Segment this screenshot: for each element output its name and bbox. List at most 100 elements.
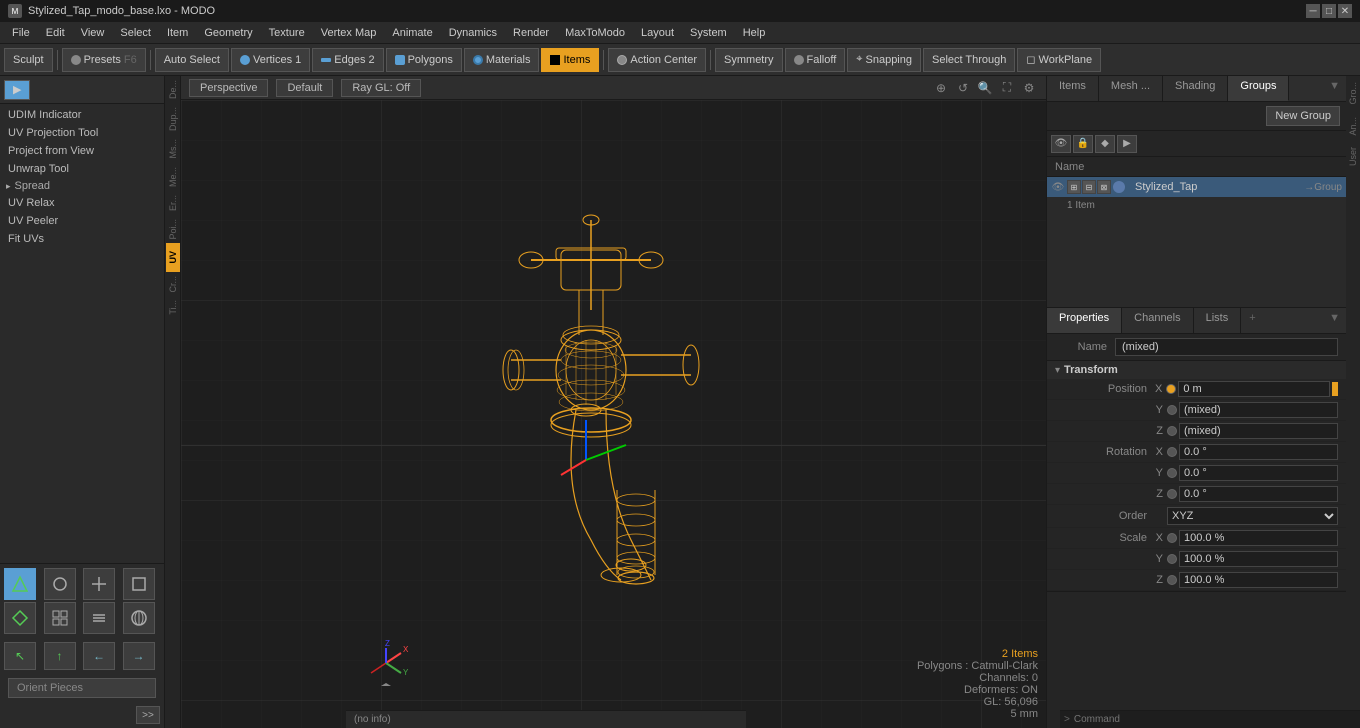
menu-animate[interactable]: Animate xyxy=(384,25,440,41)
tool-fit-uvs[interactable]: Fit UVs xyxy=(0,230,164,248)
rotation-y-input[interactable] xyxy=(1179,465,1338,481)
item-eye-icon[interactable]: 👁 xyxy=(1051,180,1065,194)
left-tb-btn-1[interactable]: ▶ xyxy=(4,80,30,100)
icon-btn-1[interactable] xyxy=(4,568,36,600)
tool-udim[interactable]: UDIM Indicator xyxy=(0,106,164,124)
menu-view[interactable]: View xyxy=(73,25,113,41)
order-select[interactable]: XYZ XZY YXZ YZX ZXY ZYX xyxy=(1167,507,1338,525)
viewport[interactable]: Perspective Default Ray GL: Off ⊕ ↺ 🔍 ⛶ … xyxy=(181,76,1046,728)
icon-btn-6[interactable] xyxy=(44,602,76,634)
position-x-drag[interactable] xyxy=(1332,382,1338,396)
action-center-button[interactable]: Action Center xyxy=(608,48,706,72)
position-y-input[interactable] xyxy=(1179,402,1338,418)
arrow-right[interactable]: → xyxy=(123,642,155,670)
menu-texture[interactable]: Texture xyxy=(261,25,313,41)
tool-unwrap[interactable]: Unwrap Tool xyxy=(0,160,164,178)
icon-btn-7[interactable] xyxy=(83,602,115,634)
workplane-button[interactable]: ◻ WorkPlane xyxy=(1017,48,1101,72)
menu-help[interactable]: Help xyxy=(735,25,774,41)
tool-uv-proj[interactable]: UV Projection Tool xyxy=(0,124,164,142)
presets-button[interactable]: Presets F6 xyxy=(62,48,146,72)
maximize-button[interactable]: □ xyxy=(1322,4,1336,18)
menu-file[interactable]: File xyxy=(4,25,38,41)
icon-btn-4[interactable] xyxy=(123,568,155,600)
props-name-input[interactable] xyxy=(1115,338,1338,356)
scale-y-circle[interactable] xyxy=(1167,554,1177,564)
vp-tab-perspective[interactable]: Perspective xyxy=(189,79,268,97)
scale-z-input[interactable] xyxy=(1179,572,1338,588)
vp-icon-fullscreen[interactable]: ⛶ xyxy=(998,79,1016,97)
tool-uv-relax[interactable]: UV Relax xyxy=(0,194,164,212)
position-z-input[interactable] xyxy=(1179,423,1338,439)
vp-tab-default[interactable]: Default xyxy=(276,79,333,97)
tool-uv-peeler[interactable]: UV Peeler xyxy=(0,212,164,230)
tab-items[interactable]: Items xyxy=(1047,76,1099,101)
tab-groups[interactable]: Groups xyxy=(1228,76,1289,101)
tb-anim-btn[interactable]: ▶ xyxy=(1117,135,1137,153)
new-group-button[interactable]: New Group xyxy=(1266,106,1340,126)
right-tab-expand[interactable]: ▼ xyxy=(1323,76,1346,101)
items-button[interactable]: Items xyxy=(541,48,599,72)
tool-project-view[interactable]: Project from View xyxy=(0,142,164,160)
tool-spread-header[interactable]: Spread xyxy=(0,178,164,194)
menu-vertex-map[interactable]: Vertex Map xyxy=(313,25,385,41)
falloff-button[interactable]: Falloff xyxy=(785,48,846,72)
materials-button[interactable]: Materials xyxy=(464,48,540,72)
menu-dynamics[interactable]: Dynamics xyxy=(441,25,505,41)
props-tab-channels[interactable]: Channels xyxy=(1122,308,1193,333)
item-row-stylized-tap[interactable]: 👁 ⊞ ⊟ ⊠ Stylized_Tap →Group xyxy=(1047,177,1346,197)
expand-button[interactable]: >> xyxy=(136,706,160,724)
vp-icon-crosshair[interactable]: ⊕ xyxy=(932,79,950,97)
position-x-input[interactable] xyxy=(1178,381,1330,397)
vertices-button[interactable]: Vertices 1 xyxy=(231,48,310,72)
vp-icon-settings[interactable]: ⚙ xyxy=(1020,79,1038,97)
select-through-button[interactable]: Select Through xyxy=(923,48,1015,72)
rstrip-tab-an[interactable]: An... xyxy=(1346,111,1360,142)
viewport-canvas[interactable]: X Y Z xyxy=(181,100,1046,728)
icon-btn-5[interactable] xyxy=(4,602,36,634)
menu-system[interactable]: System xyxy=(682,25,735,41)
arrow-left[interactable]: ← xyxy=(83,642,115,670)
menu-layout[interactable]: Layout xyxy=(633,25,682,41)
tb-lock-btn[interactable]: 🔒 xyxy=(1073,135,1093,153)
props-tab-properties[interactable]: Properties xyxy=(1047,308,1122,333)
props-tab-add[interactable]: + xyxy=(1241,308,1263,333)
sculpt-button[interactable]: Sculpt xyxy=(4,48,53,72)
icon-btn-2[interactable] xyxy=(44,568,76,600)
rotation-x-circle[interactable] xyxy=(1167,447,1177,457)
rstrip-tab-user[interactable]: User xyxy=(1346,141,1360,172)
rstrip-tab-gro[interactable]: Gro... xyxy=(1346,76,1360,111)
menu-select[interactable]: Select xyxy=(112,25,159,41)
position-z-circle[interactable] xyxy=(1167,426,1177,436)
rotation-z-circle[interactable] xyxy=(1167,489,1177,499)
scale-x-input[interactable] xyxy=(1179,530,1338,546)
menu-item[interactable]: Item xyxy=(159,25,196,41)
menu-edit[interactable]: Edit xyxy=(38,25,73,41)
vp-icon-search[interactable]: 🔍 xyxy=(976,79,994,97)
icon-btn-3[interactable] xyxy=(83,568,115,600)
scale-z-circle[interactable] xyxy=(1167,575,1177,585)
scale-y-input[interactable] xyxy=(1179,551,1338,567)
arrow-up-left[interactable]: ↖ xyxy=(4,642,36,670)
transform-header[interactable]: Transform xyxy=(1047,361,1346,379)
arrow-up[interactable]: ↑ xyxy=(44,642,76,670)
polygons-button[interactable]: Polygons xyxy=(386,48,462,72)
props-tab-expand[interactable]: ▼ xyxy=(1323,308,1346,333)
snapping-button[interactable]: ⌖ Snapping xyxy=(847,48,921,72)
props-tab-lists[interactable]: Lists xyxy=(1194,308,1242,333)
auto-select-button[interactable]: Auto Select xyxy=(155,48,229,72)
icon-btn-8[interactable] xyxy=(123,602,155,634)
command-input[interactable] xyxy=(1074,714,1356,725)
scale-x-circle[interactable] xyxy=(1167,533,1177,543)
position-x-circle[interactable] xyxy=(1166,384,1176,394)
edges-button[interactable]: Edges 2 xyxy=(312,48,383,72)
rotation-y-circle[interactable] xyxy=(1167,468,1177,478)
vp-icon-refresh[interactable]: ↺ xyxy=(954,79,972,97)
position-y-circle[interactable] xyxy=(1167,405,1177,415)
symmetry-button[interactable]: Symmetry xyxy=(715,48,783,72)
tb-render-btn[interactable]: ◆ xyxy=(1095,135,1115,153)
tab-shading[interactable]: Shading xyxy=(1163,76,1228,101)
tab-mesh[interactable]: Mesh ... xyxy=(1099,76,1163,101)
vstrip-active-tab[interactable]: UV xyxy=(166,243,180,272)
vp-tab-raygl[interactable]: Ray GL: Off xyxy=(341,79,421,97)
